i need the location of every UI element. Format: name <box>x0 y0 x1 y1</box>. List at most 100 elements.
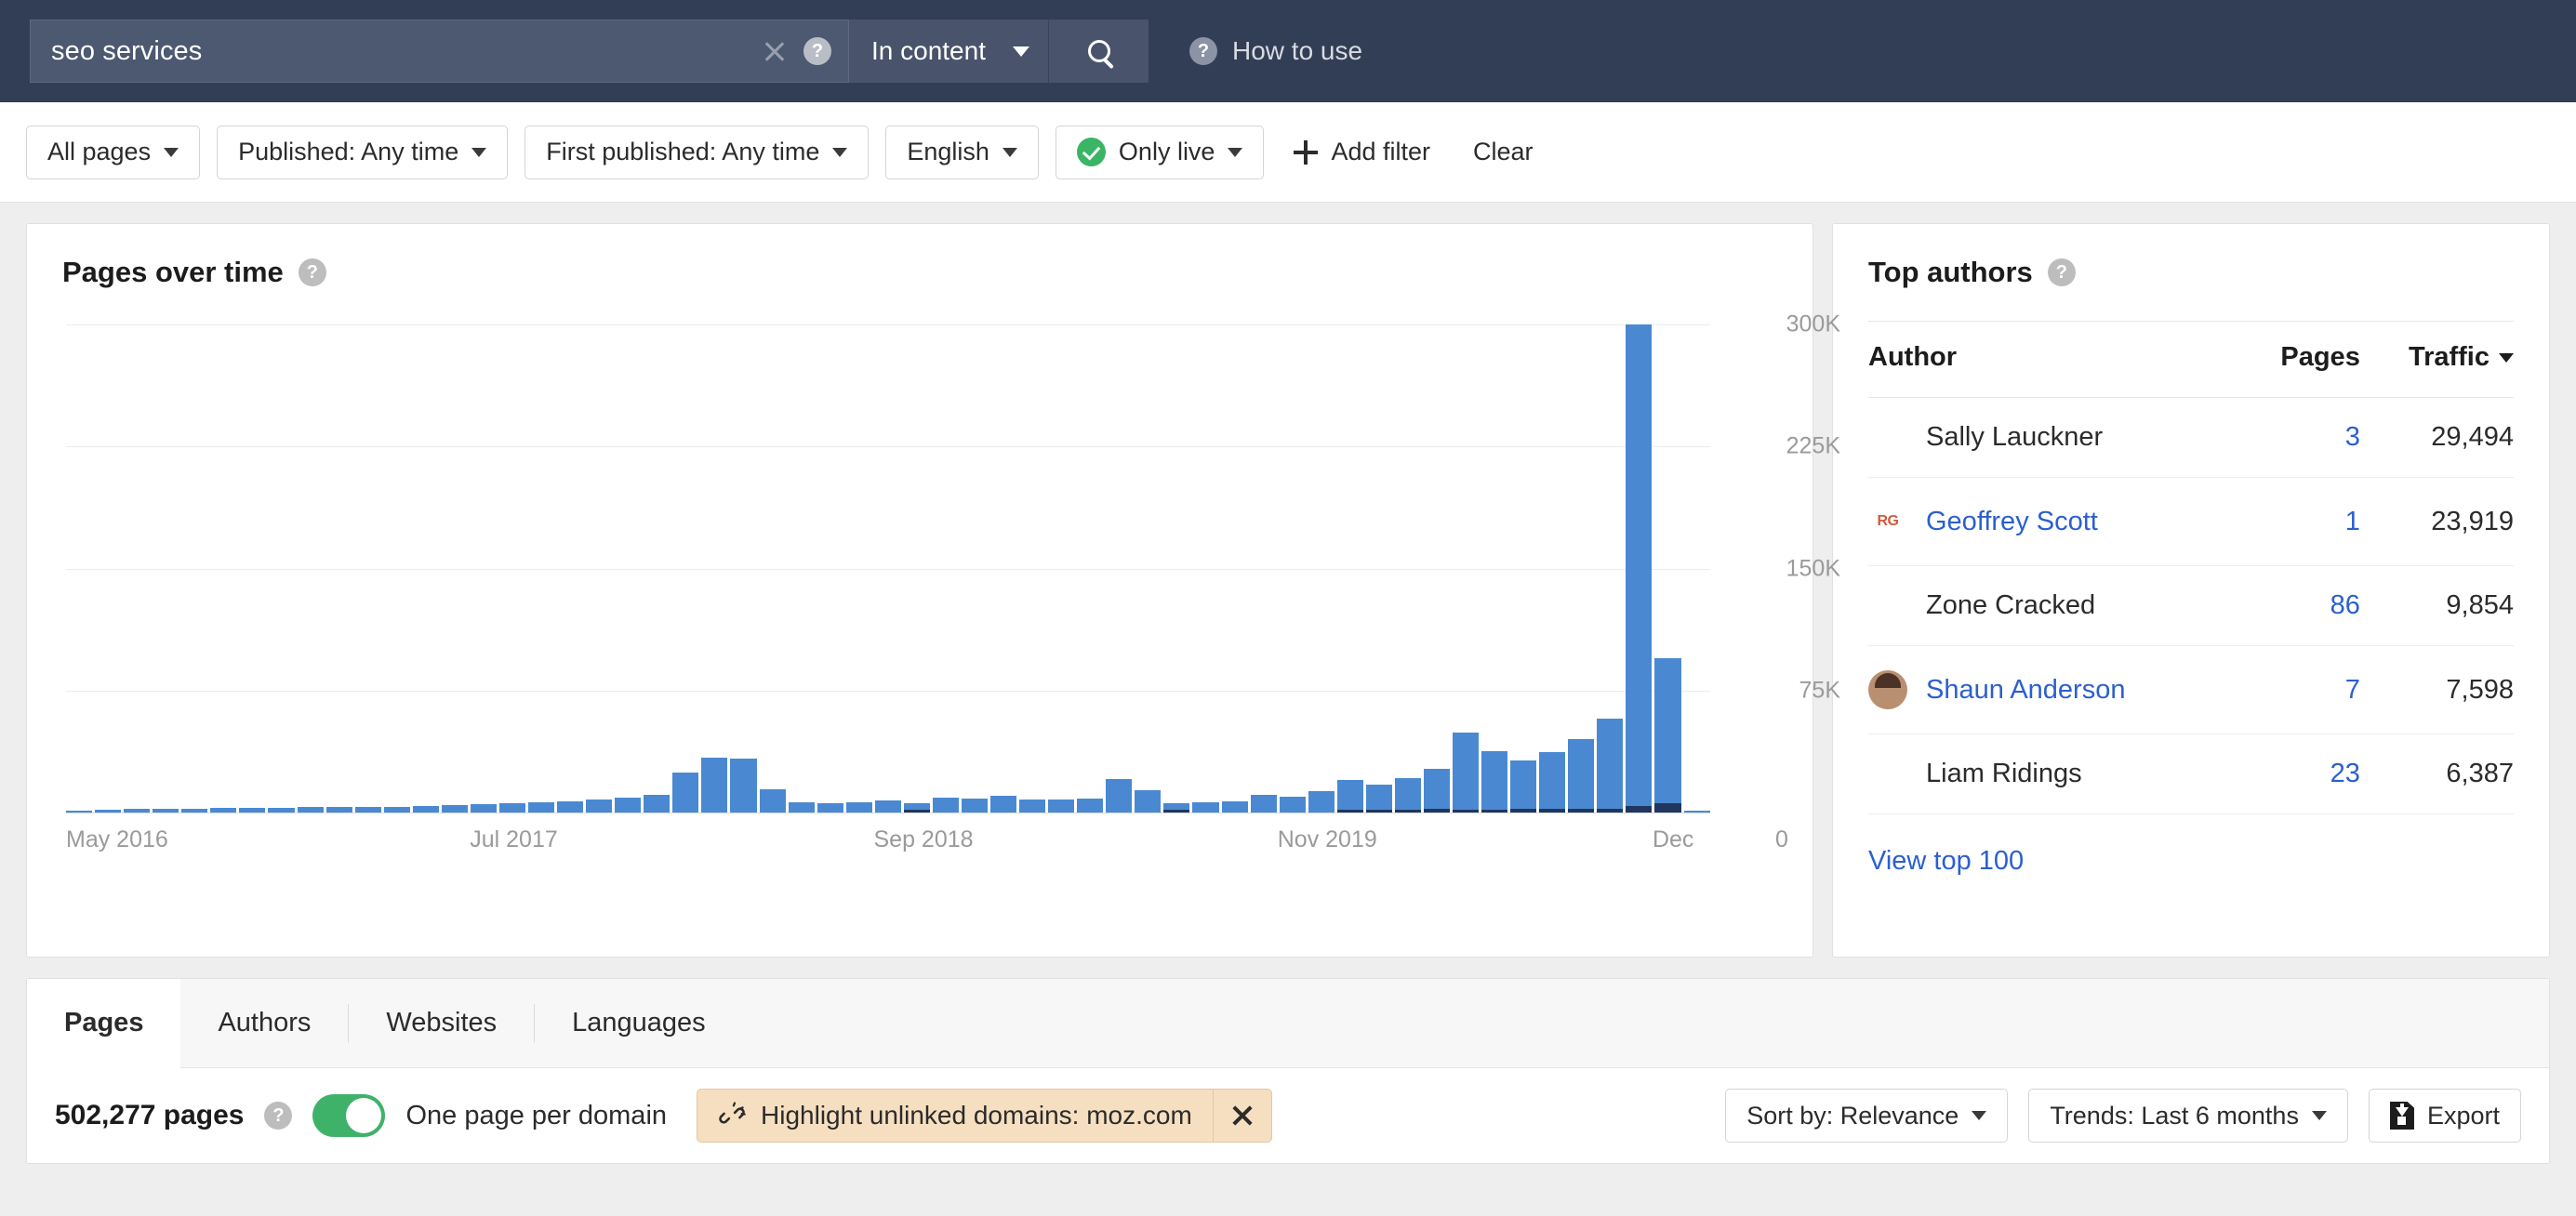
table-row[interactable]: Zone Cracked 86 9,854 <box>1868 565 2514 646</box>
author-pages-count[interactable]: 3 <box>2345 422 2360 452</box>
chart-bar[interactable] <box>528 802 555 813</box>
search-submit-button[interactable] <box>1048 20 1149 83</box>
chart-bar[interactable] <box>672 773 699 813</box>
chart-bar[interactable] <box>498 803 525 813</box>
one-page-per-domain-toggle[interactable] <box>312 1094 386 1137</box>
filter-only-live[interactable]: Only live <box>1055 125 1265 179</box>
chart-bar[interactable] <box>124 809 151 813</box>
chart-bar[interactable] <box>759 788 786 813</box>
search-help-icon[interactable]: ? <box>803 37 831 65</box>
filter-language[interactable]: English <box>885 125 1039 179</box>
trends-dropdown[interactable]: Trends: Last 6 months <box>2028 1089 2348 1143</box>
author-pages-count[interactable]: 23 <box>2330 759 2360 788</box>
filter-published[interactable]: Published: Any time <box>217 125 509 179</box>
chart-help-icon[interactable]: ? <box>298 258 326 286</box>
column-header-traffic[interactable]: Traffic <box>2359 321 2514 398</box>
clear-filters-button[interactable]: Clear <box>1460 138 1547 166</box>
author-name[interactable]: Shaun Anderson <box>1926 675 2125 706</box>
chart-bar[interactable] <box>412 806 439 813</box>
chart-bar[interactable] <box>1019 800 1046 813</box>
search-input[interactable]: seo services ? <box>30 20 848 83</box>
authors-help-icon[interactable]: ? <box>2047 258 2076 286</box>
author-name[interactable]: Geoffrey Scott <box>1926 507 2098 537</box>
chart-bar[interactable] <box>730 759 757 813</box>
chart-bar[interactable] <box>1394 778 1421 813</box>
export-button[interactable]: Export <box>2368 1089 2521 1143</box>
view-top-100-link[interactable]: View top 100 <box>1868 814 2024 877</box>
chart-bar[interactable] <box>210 808 237 813</box>
table-row[interactable]: Sally Lauckner 3 29,494 <box>1868 397 2514 478</box>
chart-bar[interactable] <box>932 798 959 813</box>
chart-bar[interactable] <box>845 801 872 813</box>
filter-all-pages[interactable]: All pages <box>26 125 201 179</box>
chart-bar[interactable] <box>1308 791 1334 813</box>
highlight-chip-close-icon[interactable] <box>1214 1090 1271 1142</box>
chart-bar[interactable] <box>874 800 901 813</box>
chart-bar[interactable] <box>615 798 642 813</box>
chart-bar[interactable] <box>1539 752 1566 813</box>
highlight-chip-body[interactable]: Highlight unlinked domains: moz.com <box>697 1090 1214 1142</box>
table-row[interactable]: Shaun Anderson 7 7,598 <box>1868 645 2514 734</box>
chart-bar[interactable] <box>586 800 613 813</box>
chart-bar[interactable] <box>181 808 208 813</box>
chart-bar[interactable] <box>268 807 295 813</box>
chart-bar[interactable] <box>297 807 324 813</box>
chart-bar-segment-unlinked <box>1423 808 1450 813</box>
chart-bar[interactable] <box>1481 750 1508 813</box>
chart-bar[interactable] <box>1192 802 1219 813</box>
search-scope-dropdown[interactable]: In content <box>848 20 1048 83</box>
sort-by-dropdown[interactable]: Sort by: Relevance <box>1725 1089 2009 1143</box>
chart-bar[interactable] <box>1048 799 1075 813</box>
chart-bar[interactable] <box>383 806 410 813</box>
chart-bar[interactable] <box>1077 798 1104 813</box>
chart-bar[interactable] <box>701 757 728 813</box>
chart-bar[interactable] <box>1135 789 1162 813</box>
chart-bar[interactable] <box>903 802 930 813</box>
page-count-help-icon[interactable]: ? <box>264 1102 293 1130</box>
column-header-pages[interactable]: Pages <box>2243 321 2360 398</box>
chart-bar[interactable] <box>788 802 815 813</box>
chart-bar[interactable] <box>470 803 497 813</box>
tab-pages[interactable]: Pages <box>27 979 181 1068</box>
how-to-use-link[interactable]: ? How to use <box>1189 36 1362 66</box>
chart-bar[interactable] <box>1597 718 1624 813</box>
add-filter-button[interactable]: Add filter <box>1281 138 1443 166</box>
chart-bar[interactable] <box>153 808 179 813</box>
chart-bar[interactable] <box>1453 733 1480 813</box>
chart-bar[interactable] <box>325 807 352 813</box>
chart-bar[interactable] <box>990 795 1017 813</box>
chart-bar[interactable] <box>1654 657 1681 813</box>
chart-bar[interactable] <box>1279 797 1306 813</box>
tab-languages[interactable]: Languages <box>535 979 743 1067</box>
chart-bar[interactable] <box>1423 768 1450 813</box>
tab-authors[interactable]: Authors <box>180 979 348 1067</box>
chart-bar[interactable] <box>1683 810 1710 813</box>
chart-bar[interactable] <box>1336 780 1363 813</box>
chart-bar[interactable] <box>1626 324 1653 813</box>
chart-bar[interactable] <box>1510 760 1537 813</box>
table-row[interactable]: RG Geoffrey Scott 1 23,919 <box>1868 477 2514 566</box>
tab-websites[interactable]: Websites <box>349 979 534 1067</box>
chart-bar[interactable] <box>1163 803 1190 813</box>
author-pages-count[interactable]: 86 <box>2330 590 2360 620</box>
chart-bar[interactable] <box>1250 794 1277 813</box>
chart-bar[interactable] <box>95 809 122 813</box>
chart-bar[interactable] <box>1568 739 1595 813</box>
chart-bar[interactable] <box>1106 779 1133 813</box>
column-header-author[interactable]: Author <box>1868 321 2244 398</box>
chart-bar[interactable] <box>239 807 266 813</box>
filter-first-published[interactable]: First published: Any time <box>524 125 870 179</box>
author-pages-count[interactable]: 7 <box>2345 675 2360 705</box>
chart-bar[interactable] <box>66 811 93 813</box>
chart-bar[interactable] <box>354 806 381 813</box>
chart-bar[interactable] <box>557 801 584 813</box>
table-row[interactable]: Liam Ridings 23 6,387 <box>1868 734 2514 814</box>
chart-bar[interactable] <box>817 803 843 813</box>
chart-bar[interactable] <box>1221 800 1248 813</box>
author-pages-count[interactable]: 1 <box>2345 507 2360 536</box>
clear-search-icon[interactable] <box>759 35 790 67</box>
chart-bar[interactable] <box>441 804 468 813</box>
chart-bar[interactable] <box>644 794 671 813</box>
chart-bar[interactable] <box>961 798 988 813</box>
chart-bar[interactable] <box>1365 785 1392 813</box>
